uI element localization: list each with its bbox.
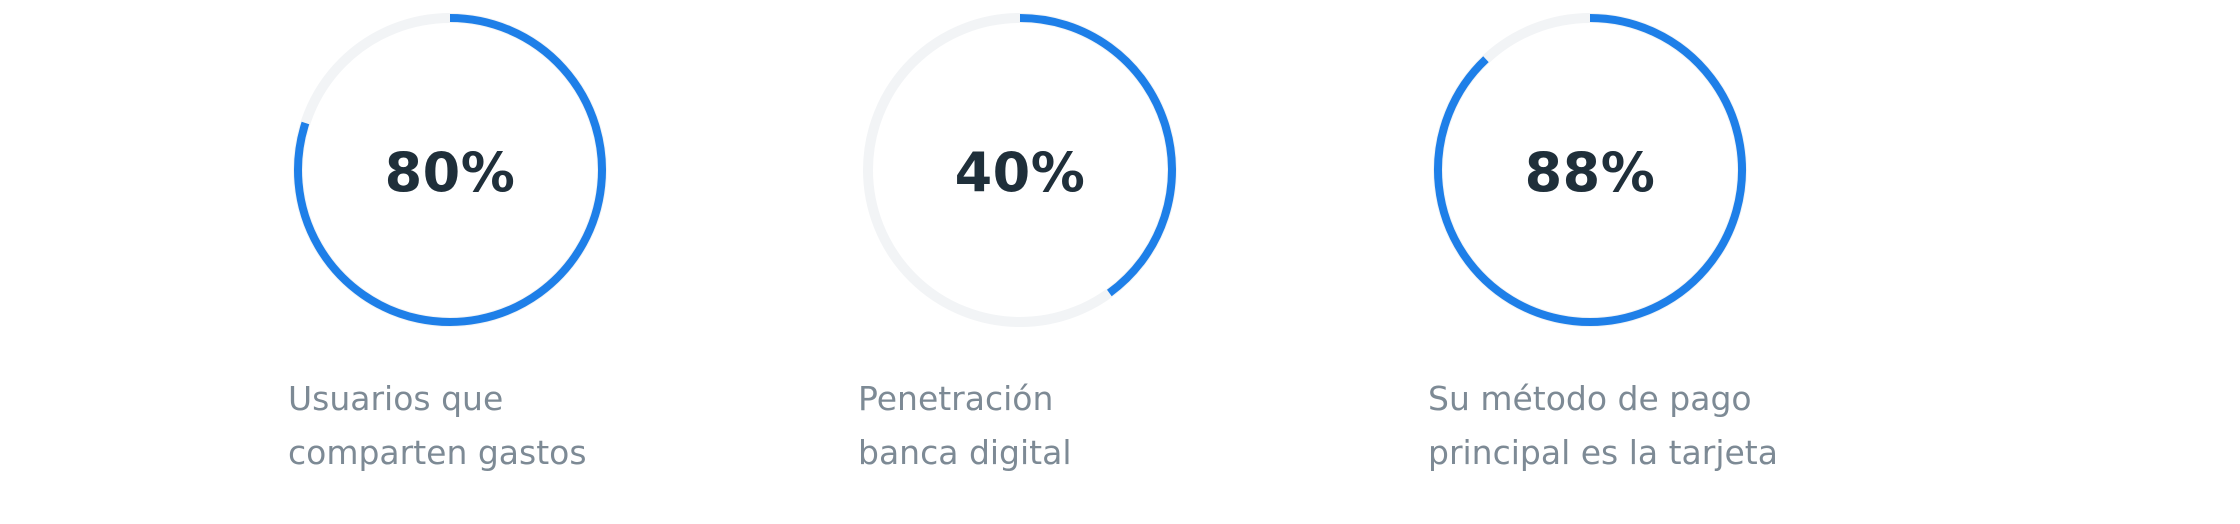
stat-label-line: banca digital: [858, 433, 1072, 472]
stat-card-card-payment: 88% Su método de pago principal es la ta…: [1420, 0, 1940, 524]
stat-card-users-sharing: 80% Usuarios que comparten gastos: [280, 0, 800, 524]
stat-label-line: Usuarios que: [288, 379, 504, 418]
stat-label-line: Su método de pago: [1428, 379, 1752, 418]
stat-label-line: comparten gastos: [288, 433, 587, 472]
stat-label: Usuarios que comparten gastos: [288, 372, 768, 480]
stat-value: 40%: [954, 140, 1086, 204]
stat-label-line: principal es la tarjeta: [1428, 433, 1778, 472]
stat-value: 88%: [1524, 140, 1656, 204]
progress-ring: 88%: [1420, 0, 1760, 340]
stats-row: 80% Usuarios que comparten gastos 40% Pe…: [0, 0, 2240, 524]
stat-label: Penetración banca digital: [858, 372, 1338, 480]
stat-label: Su método de pago principal es la tarjet…: [1428, 372, 1908, 480]
stat-value: 80%: [384, 140, 516, 204]
stat-card-digital-banking: 40% Penetración banca digital: [850, 0, 1370, 524]
progress-ring: 40%: [850, 0, 1190, 340]
stat-label-line: Penetración: [858, 379, 1054, 418]
progress-ring: 80%: [280, 0, 620, 340]
